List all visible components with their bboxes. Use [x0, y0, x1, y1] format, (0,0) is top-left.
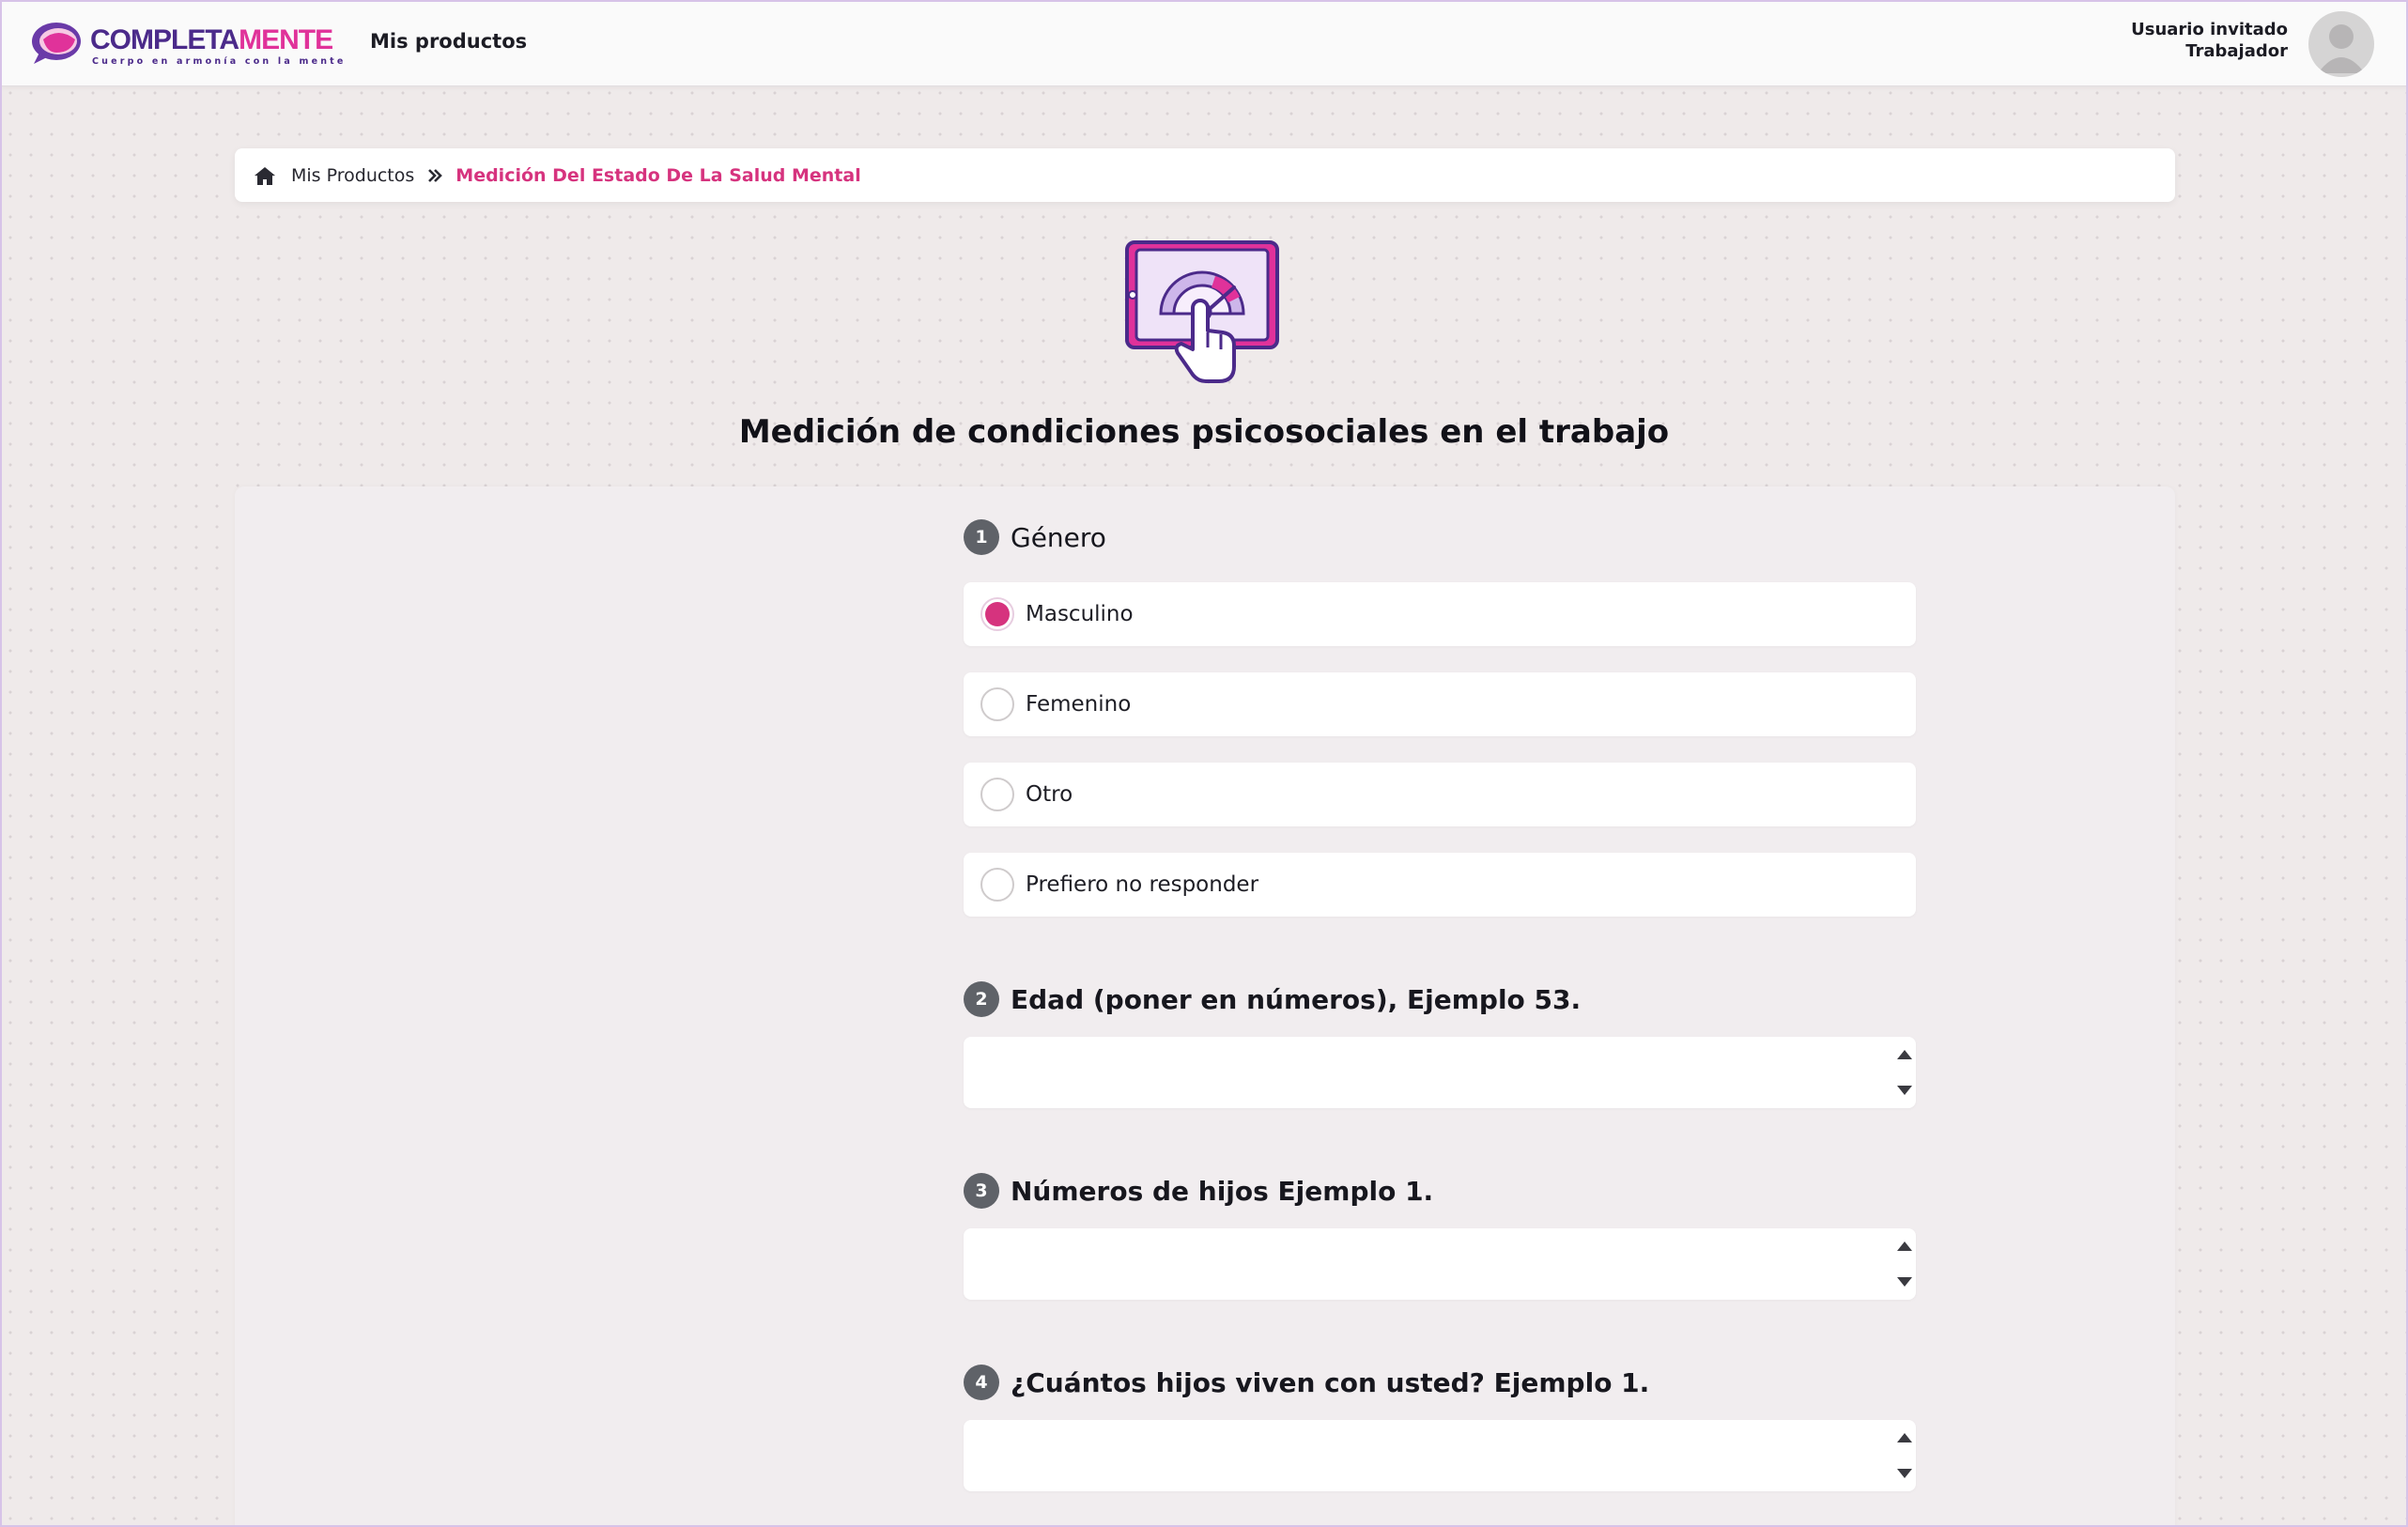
user-name: Usuario invitado — [2131, 20, 2288, 39]
question-number-badge: 2 — [964, 981, 999, 1017]
breadcrumb: Mis Productos Medición Del Estado De La … — [235, 148, 2175, 202]
option-femenino[interactable]: Femenino — [964, 672, 1916, 736]
logo-speech-bubble-icon — [32, 23, 81, 64]
option-prefiero-no-responder[interactable]: Prefiero no responder — [964, 853, 1916, 917]
survey-form-panel: 1 Género Masculino Femenino Otro Prefier… — [235, 486, 2175, 1527]
spinner-down-icon[interactable] — [1897, 1277, 1912, 1287]
brand-name: COMPLETAMENTE — [90, 24, 333, 55]
spinner-up-icon[interactable] — [1897, 1433, 1912, 1442]
question-label: Edad (poner en números), Ejemplo 53. — [1011, 983, 1582, 1015]
spinner-up-icon[interactable] — [1897, 1242, 1912, 1251]
spinner-up-icon[interactable] — [1897, 1050, 1912, 1059]
option-label: Prefiero no responder — [1026, 872, 1259, 897]
question-label: Números de hijos Ejemplo 1. — [1011, 1175, 1434, 1207]
children-living-input[interactable] — [964, 1420, 1916, 1491]
question-1-header: 1 Género — [964, 518, 1916, 556]
breadcrumb-item-mis-productos[interactable]: Mis Productos — [291, 165, 414, 186]
page-title: Medición de condiciones psicosociales en… — [738, 413, 1670, 451]
number-spinner[interactable] — [1891, 1228, 1916, 1300]
option-otro[interactable]: Otro — [964, 763, 1916, 826]
option-label: Otro — [1026, 782, 1073, 807]
breadcrumb-item-current: Medición Del Estado De La Salud Mental — [455, 164, 861, 186]
avatar[interactable] — [2308, 11, 2374, 77]
radio-button-checked[interactable] — [980, 597, 1014, 631]
option-label: Femenino — [1026, 692, 1132, 717]
radio-button[interactable] — [980, 687, 1014, 721]
question-1: 1 Género Masculino Femenino Otro Prefier… — [964, 518, 1916, 950]
spinner-down-icon[interactable] — [1897, 1469, 1912, 1478]
option-label: Masculino — [1026, 602, 1134, 626]
tablet-gauge-touch-icon — [1125, 240, 1279, 383]
age-number-input[interactable] — [964, 1037, 1916, 1108]
children-count-input[interactable] — [964, 1228, 1916, 1300]
question-4: 4 ¿Cuántos hijos viven con usted? Ejempl… — [964, 1364, 1916, 1527]
question-2-header: 2 Edad (poner en números), Ejemplo 53. — [964, 980, 1916, 1018]
double-chevron-right-icon — [428, 168, 443, 182]
option-masculino[interactable]: Masculino — [964, 582, 1916, 646]
question-number-badge: 1 — [964, 519, 999, 555]
user-avatar-icon — [2318, 24, 2365, 73]
question-label: Género — [1011, 521, 1106, 553]
question-number-badge: 3 — [964, 1173, 999, 1209]
radio-button[interactable] — [980, 778, 1014, 811]
question-3-header: 3 Números de hijos Ejemplo 1. — [964, 1172, 1916, 1210]
nav-mis-productos[interactable]: Mis productos — [370, 30, 527, 53]
number-spinner[interactable] — [1891, 1420, 1916, 1491]
top-navbar: COMPLETAMENTE Cuerpo en armonía con la m… — [0, 0, 2408, 86]
radio-button[interactable] — [980, 868, 1014, 902]
question-label: ¿Cuántos hijos viven con usted? Ejemplo … — [1011, 1366, 1650, 1398]
question-4-header: 4 ¿Cuántos hijos viven con usted? Ejempl… — [964, 1364, 1916, 1401]
number-spinner[interactable] — [1891, 1037, 1916, 1108]
brand-tagline: Cuerpo en armonía con la mente — [92, 56, 347, 67]
home-icon[interactable] — [254, 165, 276, 186]
user-info[interactable]: Usuario invitado Trabajador — [2131, 19, 2288, 62]
question-3: 3 Números de hijos Ejemplo 1. — [964, 1172, 1916, 1341]
user-role: Trabajador — [2185, 41, 2288, 61]
question-2: 2 Edad (poner en números), Ejemplo 53. — [964, 980, 1916, 1149]
spinner-down-icon[interactable] — [1897, 1086, 1912, 1095]
brand-logo[interactable]: COMPLETAMENTE Cuerpo en armonía con la m… — [30, 19, 343, 69]
question-number-badge: 4 — [964, 1365, 999, 1400]
